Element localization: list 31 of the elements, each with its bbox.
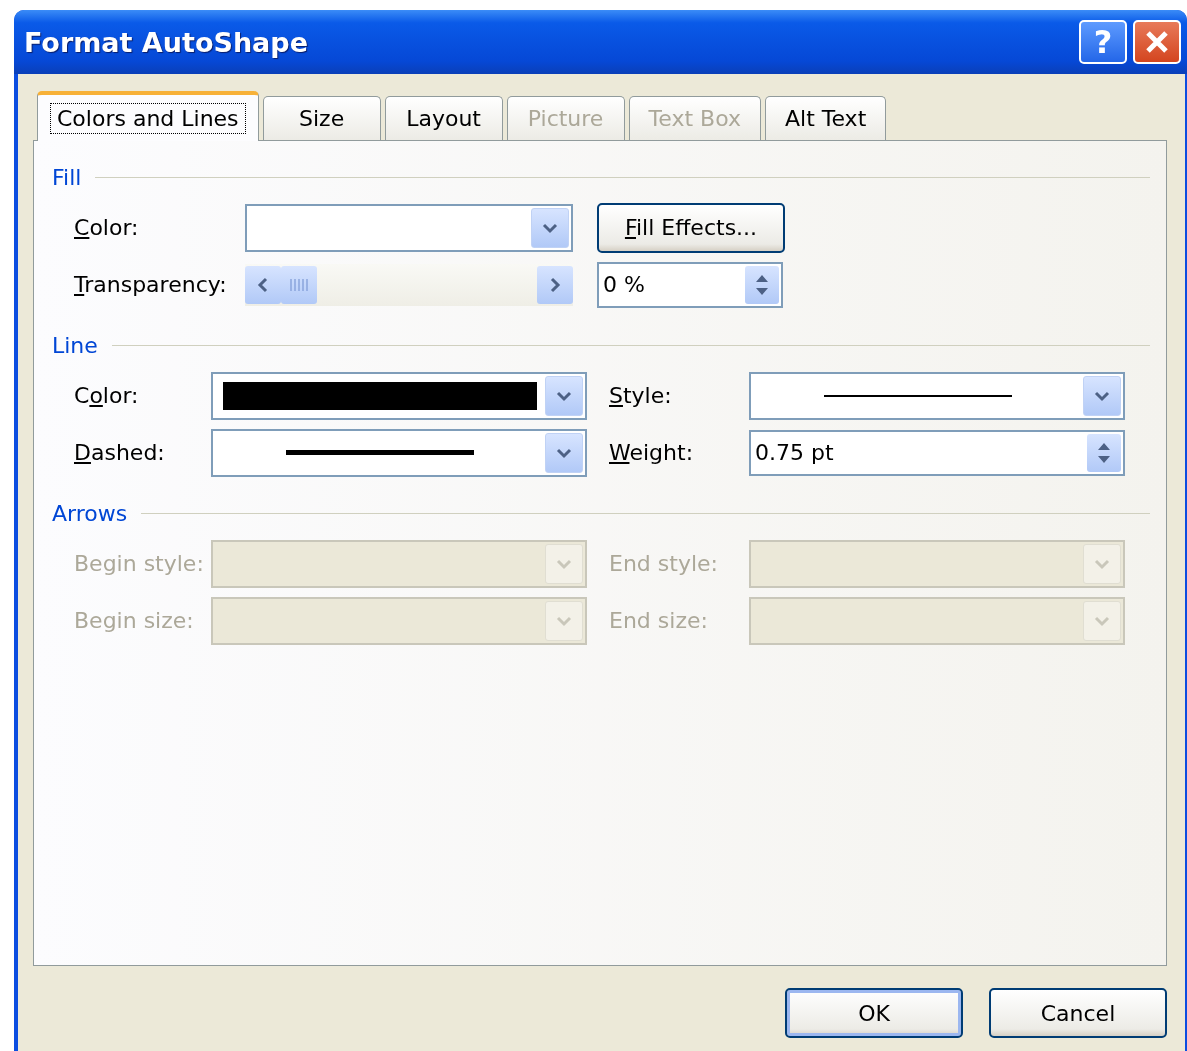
grip-icon [289,277,309,292]
field-label: Color: [73,383,140,408]
spin-field[interactable]: 0 % [597,261,783,308]
section-heading: Line [52,332,98,358]
slider-thumb[interactable] [281,265,317,304]
field-label: Weight: [609,440,695,465]
tab[interactable]: Colors and Lines [37,91,259,141]
dialog-button[interactable]: Cancel [989,988,1167,1038]
spin-field[interactable]: 0.75 pt [749,429,1125,476]
dropdown[interactable] [749,371,1125,420]
transparency-slider[interactable] [245,263,573,306]
close-button[interactable] [1133,20,1181,64]
dialog-button[interactable]: OK [785,988,963,1038]
fill-effects-button[interactable]: Fill Effects... [597,202,785,253]
field-label: Dashed: [73,440,166,465]
field-label: End style: [609,551,719,576]
tab[interactable]: Alt Text [765,96,887,140]
tab[interactable]: Layout [384,96,503,140]
field-label: Begin style: [73,551,205,576]
field-label: Begin size: [73,608,195,633]
tab[interactable]: Size [262,96,381,140]
field-label: End size: [609,608,709,633]
dropdown[interactable] [211,428,587,477]
field-label: Color: [73,215,140,240]
dropdown[interactable] [211,371,587,420]
close-icon [1144,29,1170,55]
window-title: Format AutoShape [24,26,309,58]
field-label: Style: [609,383,673,408]
section-heading: Fill [52,164,82,190]
field-label: Transparency: [73,272,228,297]
section-heading: Arrows [52,500,128,526]
